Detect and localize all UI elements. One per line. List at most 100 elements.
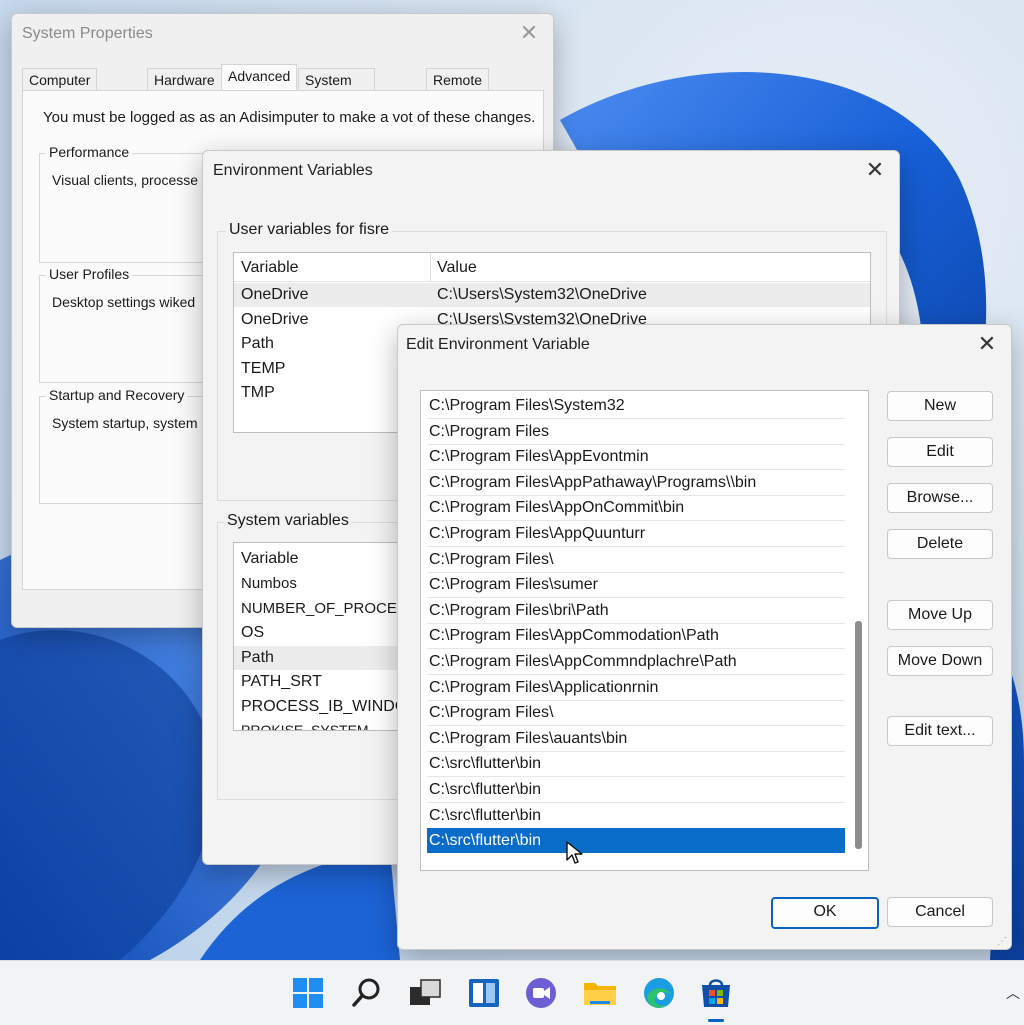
edit-environment-variable-title: Edit Environment Variable <box>406 336 590 353</box>
edit-environment-variable-window: Edit Environment Variable ✕ C:\Program F… <box>397 324 1012 950</box>
user-variables-header: Variable Value <box>234 253 870 282</box>
list-item[interactable]: OneDrive C:\Users\System32\OneDrive <box>234 283 870 307</box>
path-entry: C:\Program Files\sumer <box>429 576 598 594</box>
list-item[interactable]: C:\Program Files\ <box>427 547 845 573</box>
startup-recovery-text: System startup, system <box>52 415 198 431</box>
search-icon[interactable] <box>349 975 385 1011</box>
path-entry: C:\src\flutter\bin <box>429 806 542 824</box>
variable-name: OneDrive <box>241 286 309 303</box>
system-properties-title: System Properties <box>22 25 153 42</box>
path-entry: C:\Program Files\bri\Path <box>429 601 609 619</box>
chat-icon[interactable] <box>523 975 559 1011</box>
path-entry: C:\Program Files\AppPathaway\Programs\\b… <box>429 473 757 491</box>
edit-text-button[interactable]: Edit text... <box>887 716 993 746</box>
close-icon[interactable]: ✕ <box>857 155 893 185</box>
list-item[interactable]: C:\Program Files\bri\Path <box>427 598 845 624</box>
widgets-icon[interactable] <box>466 975 502 1011</box>
active-app-indicator <box>708 1019 724 1022</box>
selected-list-item[interactable]: C:\src\flutter\bin <box>427 828 845 854</box>
list-item[interactable]: C:\Program Files\AppCommndplachre\Path <box>427 649 845 675</box>
windows-start-icon[interactable] <box>290 975 326 1011</box>
variable-name: NUMBER_OF_PROCESS <box>241 600 417 617</box>
list-item[interactable]: C:\Program Files\AppOnCommit\bin <box>427 495 845 522</box>
path-entry: C:\src\flutter\bin <box>429 832 542 850</box>
performance-text: Visual clients, processe <box>52 172 199 188</box>
edit-button[interactable]: Edit <box>887 437 993 467</box>
browse-button[interactable]: Browse... <box>887 483 993 513</box>
system-properties-titlebar[interactable]: System Properties ✕ <box>12 14 553 54</box>
delete-button[interactable]: Delete <box>887 529 993 559</box>
variable-name: Path <box>241 335 274 352</box>
variable-name: PROKISE_SYSTEM <box>241 722 369 731</box>
list-item[interactable]: C:\src\flutter\bin <box>427 803 845 829</box>
variable-name: OneDrive <box>241 311 309 328</box>
environment-variables-title: Environment Variables <box>213 162 373 179</box>
cancel-button[interactable]: Cancel <box>887 897 993 927</box>
column-value[interactable]: Value <box>437 259 477 277</box>
variable-name: Numbos <box>241 575 297 592</box>
tab-advanced[interactable]: Advanced <box>221 64 298 91</box>
mouse-cursor-icon <box>566 841 583 864</box>
list-item[interactable]: C:\Program Files\ <box>427 700 845 727</box>
store-icon[interactable] <box>698 975 734 1011</box>
path-entry: C:\Program Files\Applicationrnin <box>429 678 659 696</box>
new-button[interactable]: New <box>887 391 993 421</box>
path-entry: C:\Program Files\AppCommodation\Path <box>429 627 719 645</box>
tab-computer-name[interactable]: Computer Name <box>22 68 98 110</box>
variable-name: Path <box>241 649 274 666</box>
move-down-button[interactable]: Move Down <box>887 646 993 676</box>
variable-name: TEMP <box>241 360 286 377</box>
taskbar: ︿ <box>0 960 1024 1025</box>
user-variables-label: User variables for fisre <box>226 221 393 239</box>
variable-value: C:\Users\System32\OneDrive <box>437 286 647 303</box>
list-item[interactable]: C:\src\flutter\bin <box>427 751 845 778</box>
variable-name: OS <box>241 624 265 641</box>
startup-recovery-label: Startup and Recovery <box>46 387 188 403</box>
list-item[interactable]: C:\Program Files\AppCommodation\Path <box>427 623 845 650</box>
tab-remote[interactable]: Remote <box>426 68 490 91</box>
path-entry: C:\src\flutter\bin <box>429 781 542 798</box>
list-item[interactable]: C:\Program Files\System32 <box>427 393 845 419</box>
task-view-icon[interactable] <box>407 975 443 1011</box>
list-item[interactable]: C:\Program Files\AppQuunturr <box>427 521 845 547</box>
variable-name: PATH_SRT <box>241 673 322 690</box>
environment-variables-titlebar[interactable]: Environment Variables ✕ <box>203 151 899 191</box>
column-variable[interactable]: Variable <box>241 259 299 277</box>
path-entry: C:\Program Files\AppCommndplachre\Path <box>429 653 737 670</box>
tab-hardware[interactable]: Hardware <box>147 68 222 91</box>
list-item[interactable]: C:\Program Files\AppPathaway\Programs\\b… <box>427 470 845 496</box>
variable-name: TMP <box>241 384 275 401</box>
path-entry: C:\src\flutter\bin <box>429 755 542 773</box>
file-explorer-icon[interactable] <box>582 975 618 1011</box>
tab-system-protection[interactable]: System Protection <box>298 68 376 110</box>
variable-name: PROCESS_IB_WINDOW <box>241 698 423 715</box>
path-list[interactable]: C:\Program Files\System32 C:\Program File… <box>420 390 869 871</box>
list-item[interactable]: C:\Program Files\Applicationrnin <box>427 675 845 701</box>
column-variable[interactable]: Variable <box>241 550 299 568</box>
system-variables-label: System variables <box>224 512 352 530</box>
move-up-button[interactable]: Move Up <box>887 600 993 630</box>
path-entry: C:\Program Files\AppOnCommit\bin <box>429 499 685 517</box>
performance-label: Performance <box>46 144 133 160</box>
path-entry: C:\Program Files\AppQuunturr <box>429 525 646 542</box>
user-profiles-text: Desktop settings wiked <box>52 294 196 310</box>
scrollbar-thumb[interactable] <box>855 621 862 849</box>
resize-grip-icon[interactable]: ⋰ <box>997 936 1007 947</box>
user-profiles-label: User Profiles <box>46 266 133 282</box>
path-entry: C:\Program Files\System32 <box>429 397 625 414</box>
path-entry: C:\Program Files\ <box>429 550 554 568</box>
edit-environment-variable-titlebar[interactable]: Edit Environment Variable ✕ <box>398 325 1011 365</box>
list-item[interactable]: C:\Program Files\auants\bin <box>427 726 845 752</box>
chevron-up-icon[interactable]: ︿ <box>1006 983 1020 1003</box>
close-icon[interactable]: ✕ <box>969 329 1005 359</box>
list-item[interactable]: C:\src\flutter\bin <box>427 777 845 803</box>
edge-browser-icon[interactable] <box>641 975 677 1011</box>
list-item[interactable]: C:\Program Files <box>427 419 845 445</box>
ok-button[interactable]: OK <box>771 897 879 929</box>
list-item[interactable]: C:\Program Files\sumer <box>427 572 845 599</box>
list-item[interactable]: C:\Program Files\AppEvontmin <box>427 444 845 471</box>
close-icon[interactable]: ✕ <box>511 18 547 48</box>
path-entry: C:\Program Files\auants\bin <box>429 729 628 747</box>
path-entry: C:\Program Files <box>429 422 550 440</box>
path-entry: C:\Program Files\ <box>429 704 554 722</box>
